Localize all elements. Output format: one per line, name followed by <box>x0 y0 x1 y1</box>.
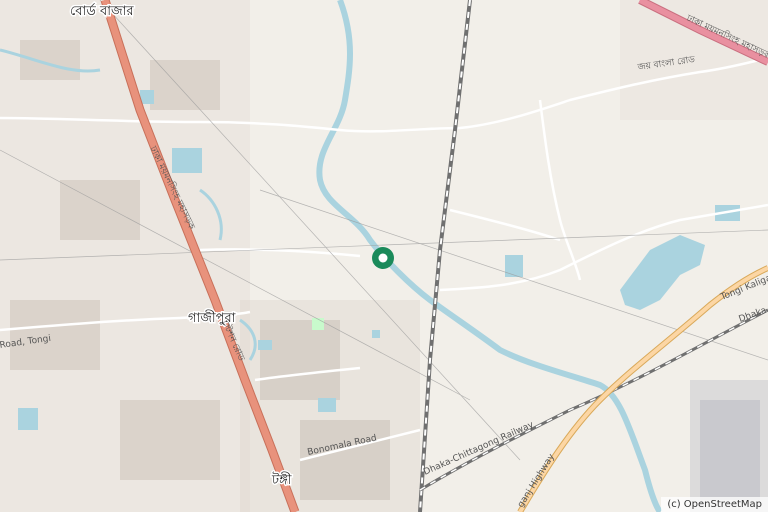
place-board-bazar: বোর্ড বাজার <box>70 3 134 19</box>
park-areas <box>312 318 324 330</box>
map-svg: বোর্ড বাজার গাজীপুরা টঙ্গী ঢাকা ময়মনসিং… <box>0 0 768 512</box>
location-pin-icon[interactable] <box>372 247 394 269</box>
place-tongi: টঙ্গী <box>271 472 292 488</box>
map-attribution[interactable]: (c) OpenStreetMap <box>661 497 768 512</box>
map-canvas[interactable]: বোর্ড বাজার গাজীপুরা টঙ্গী ঢাকা ময়মনসিং… <box>0 0 768 512</box>
